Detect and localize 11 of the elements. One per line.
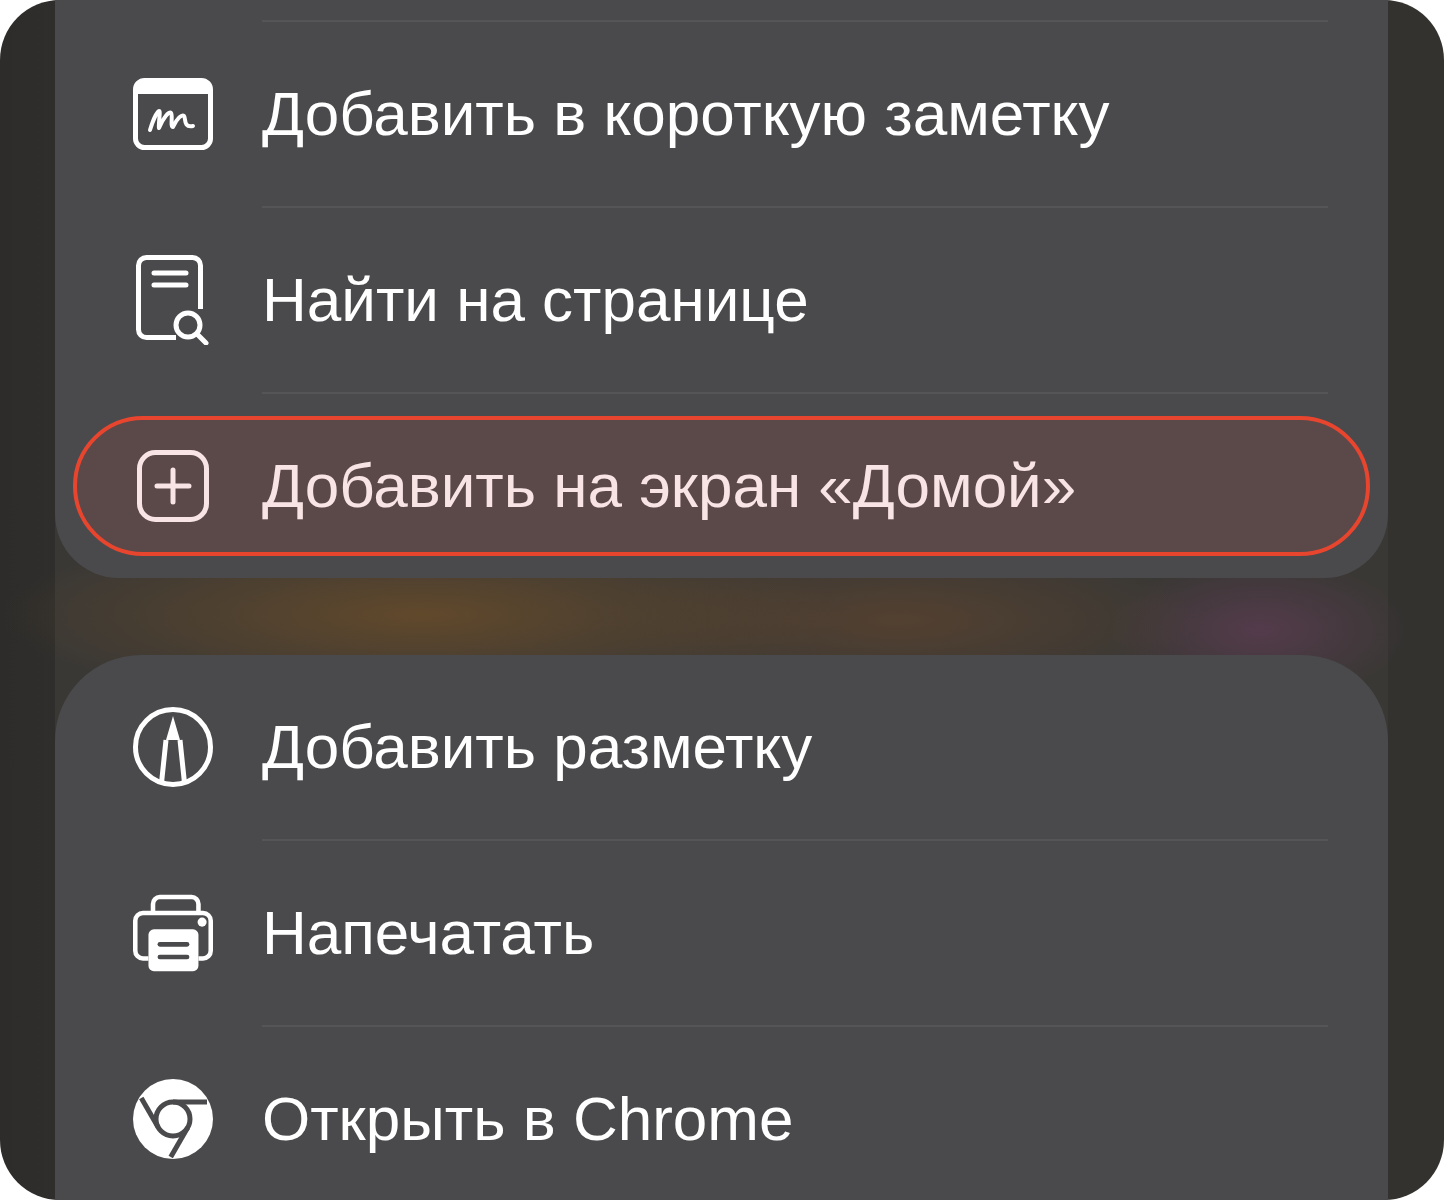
menu-item[interactable]: Добавить разметку	[73, 677, 1370, 817]
menu-item[interactable]: Открыть в Chrome	[73, 1049, 1370, 1189]
chrome-logo-icon	[133, 1079, 213, 1159]
note-icon	[133, 78, 213, 150]
plus-square-icon	[137, 450, 209, 522]
menu-item[interactable]: Найти на странице	[73, 230, 1370, 370]
pen-circle-icon	[133, 707, 213, 787]
menu-item[interactable]: Добавить на экран «Домой»	[73, 416, 1370, 556]
menu-item[interactable]: Добавить в короткую заметку	[73, 44, 1370, 184]
menu-item[interactable]: Напечатать	[73, 863, 1370, 1003]
search-document-icon	[136, 255, 210, 345]
